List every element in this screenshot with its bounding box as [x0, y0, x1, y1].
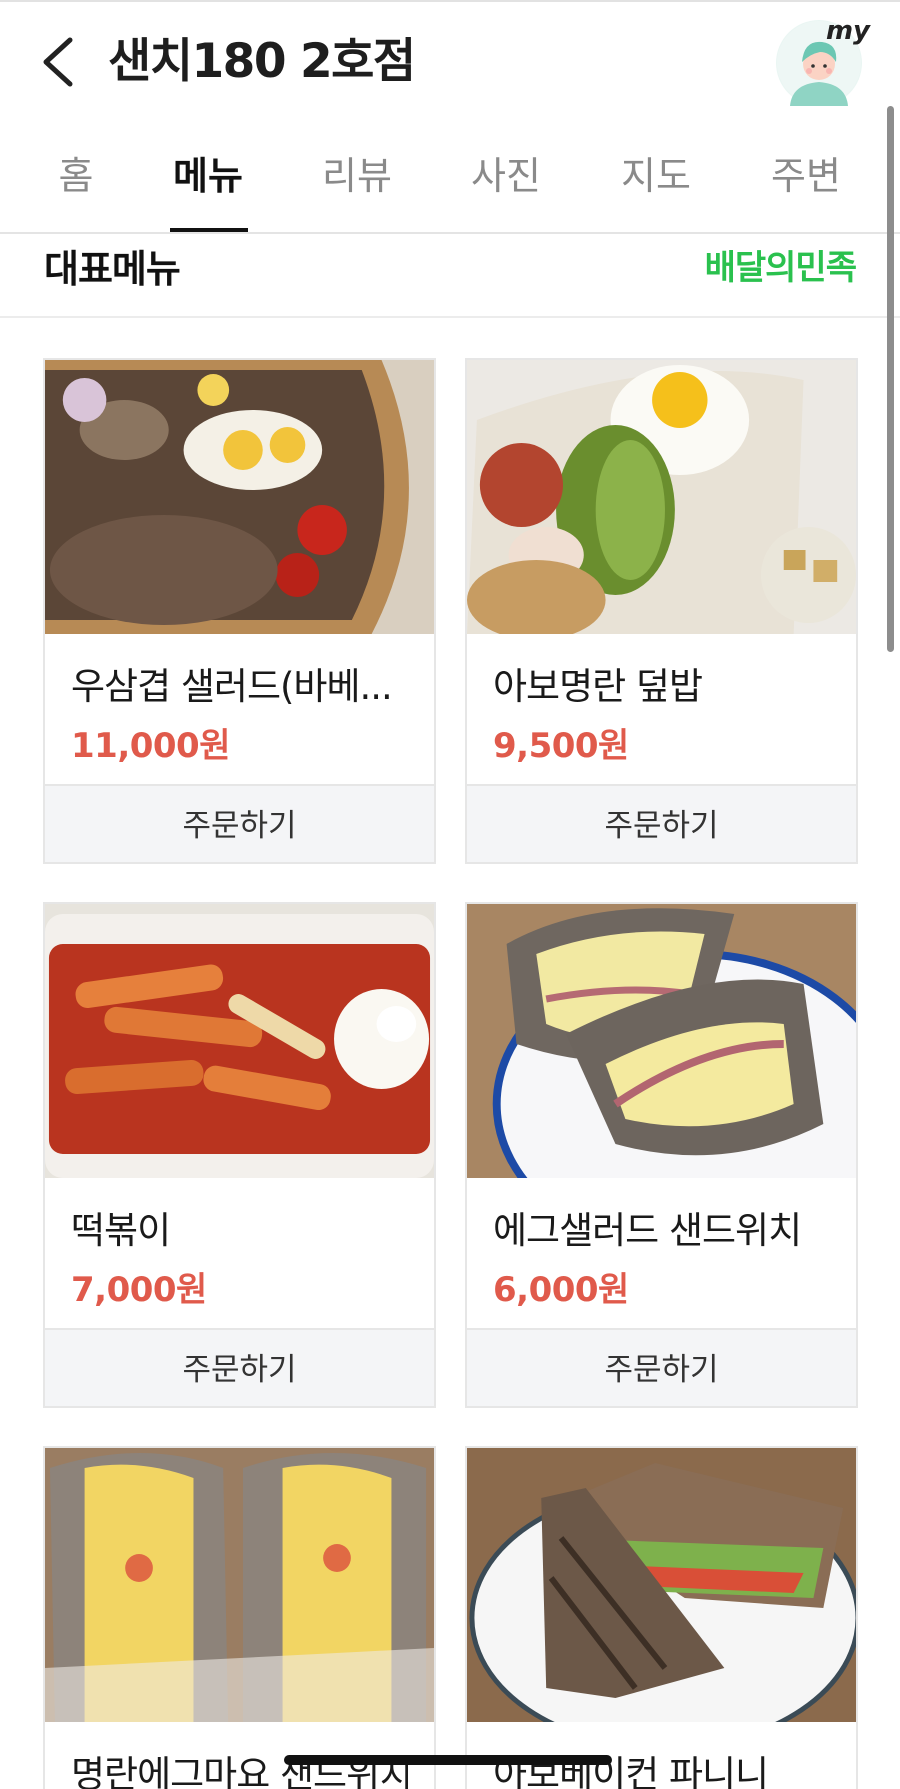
page-title: 샌치180 2호점	[108, 34, 416, 89]
menu-card[interactable]: 명란에그마요 샌드위치	[43, 1446, 436, 1789]
order-button[interactable]: 주문하기	[467, 1328, 856, 1406]
menu-item-name: 아보명란 덮밥	[493, 665, 703, 708]
panini-image	[467, 1448, 856, 1722]
tab-review[interactable]: 리뷰	[297, 124, 417, 234]
delivery-app-link[interactable]: 배달의민족	[705, 240, 857, 289]
menu-item-price: 9,500원	[493, 726, 629, 766]
menu-item-name: 에그샐러드 샌드위치	[493, 1209, 802, 1252]
menu-item-name: 아보베이컨 파니니	[493, 1753, 769, 1789]
app-header: 샌치180 2호점 my	[0, 0, 900, 124]
menu-card[interactable]: 떡볶이 7,000원 주문하기	[43, 902, 436, 1408]
tab-photo[interactable]: 사진	[446, 124, 566, 234]
order-button[interactable]: 주문하기	[45, 1328, 434, 1406]
menu-card[interactable]: 아보베이컨 파니니	[465, 1446, 858, 1789]
order-button[interactable]: 주문하기	[45, 784, 434, 862]
menu-item-name: 우삼겹 샐러드(바베...	[71, 665, 393, 708]
tab-nearby[interactable]: 주변	[746, 124, 866, 234]
tab-menu[interactable]: 메뉴	[148, 124, 268, 234]
section-title: 대표메뉴	[44, 247, 181, 291]
order-button[interactable]: 주문하기	[467, 784, 856, 862]
menu-card[interactable]: 에그샐러드 샌드위치 6,000원 주문하기	[465, 902, 858, 1408]
menu-item-price: 7,000원	[71, 1270, 207, 1310]
tab-bar: 홈 메뉴 리뷰 사진 지도 주변	[0, 124, 900, 234]
menu-card[interactable]: 아보명란 덮밥 9,500원 주문하기	[465, 358, 858, 864]
avocado-rice-bowl-image	[467, 360, 856, 634]
active-tab-indicator	[170, 228, 248, 232]
myeongran-sandwich-image	[45, 1448, 434, 1722]
menu-item-name: 떡볶이	[71, 1209, 171, 1252]
menu-item-price: 6,000원	[493, 1270, 629, 1310]
tab-map[interactable]: 지도	[596, 124, 716, 234]
menu-item-name: 명란에그마요 샌드위치	[71, 1753, 408, 1789]
tab-home[interactable]: 홈	[16, 124, 136, 234]
egg-sandwich-image	[467, 904, 856, 1178]
scrollbar[interactable]	[887, 106, 894, 652]
section-header: 대표메뉴 배달의민족	[0, 234, 900, 318]
beef-salad-image	[45, 360, 434, 634]
my-label: my	[825, 16, 870, 46]
menu-item-price: 11,000원	[71, 726, 230, 766]
home-indicator[interactable]	[284, 1755, 612, 1765]
tteokbokki-image	[45, 904, 434, 1178]
back-chevron-icon[interactable]	[36, 30, 80, 94]
my-profile-button[interactable]: my	[776, 16, 870, 106]
menu-card[interactable]: 우삼겹 샐러드(바베... 11,000원 주문하기	[43, 358, 436, 864]
